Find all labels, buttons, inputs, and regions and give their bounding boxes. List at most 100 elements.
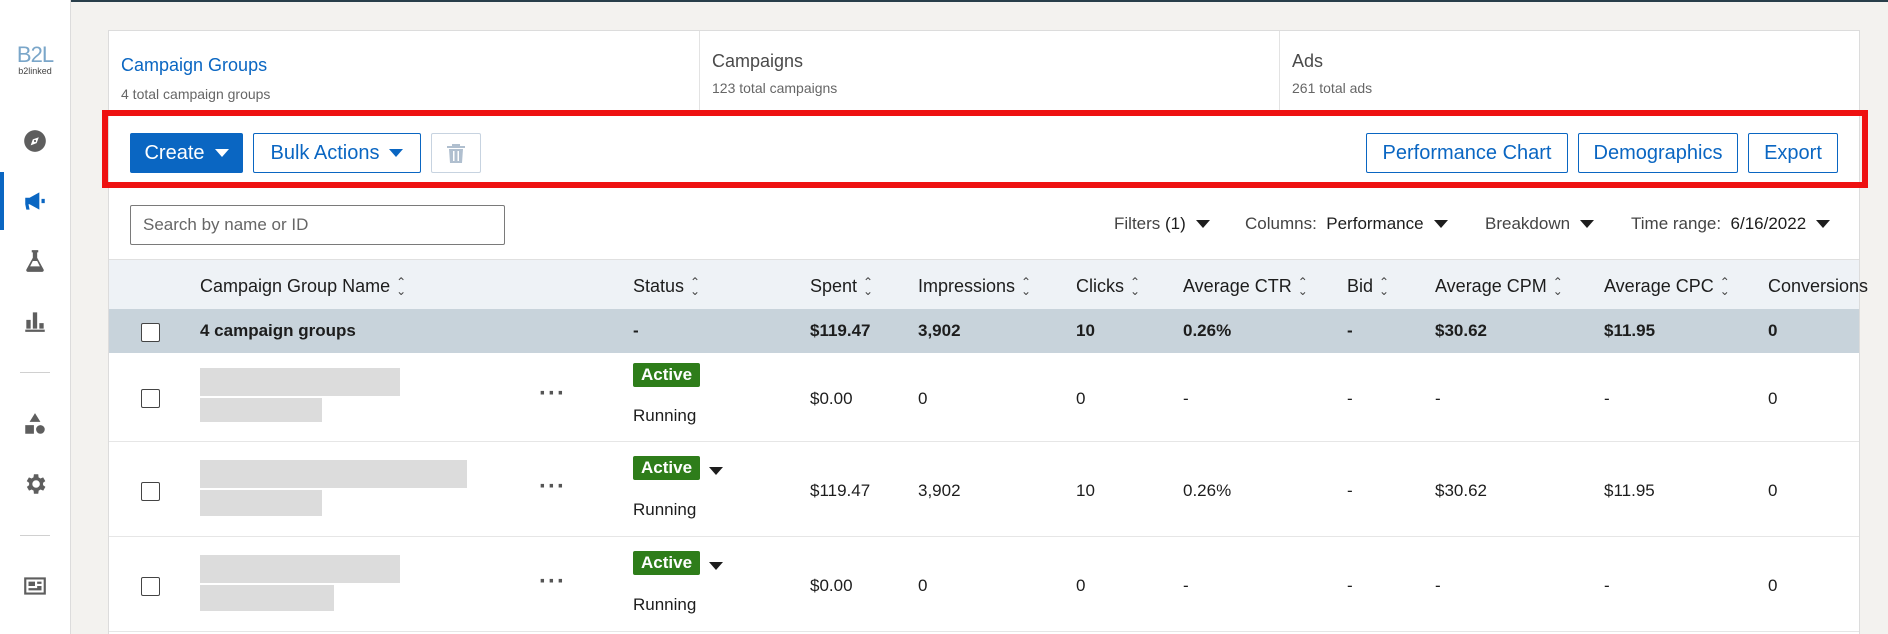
run-state: Running [633,406,697,425]
demographics-button[interactable]: Demographics [1578,133,1738,173]
column-header-spent[interactable]: Spent ⌃ ⌄ [810,276,873,297]
run-state: Running [633,500,697,519]
tab-title: Ads [1292,51,1324,71]
chevron-down-icon [1816,220,1831,228]
sort-icon: ⌃ ⌄ [1552,274,1563,298]
brand-logo[interactable]: B2L b2linked [12,44,58,82]
sidebar-divider [20,535,50,536]
row-checkbox[interactable] [141,482,160,501]
gear-icon[interactable] [17,466,53,502]
status-chevron-icon[interactable] [709,562,723,570]
cell-impressions: 3,902 [918,481,961,500]
tab-title: Campaigns [712,51,804,71]
tab-ads[interactable]: Ads 261 total ads [1280,31,1861,111]
chevron-down-icon [214,149,229,157]
chevron-down-icon [389,149,404,157]
tab-subtitle: 123 total campaigns [712,80,838,96]
redacted-subtitle [200,585,334,611]
tab-campaigns[interactable]: Campaigns 123 total campaigns [700,31,1280,111]
active-nav-indicator [0,172,4,230]
cell-bid: - [1347,481,1353,500]
cell-clicks: 10 [1076,481,1095,500]
breakdown-dropdown[interactable]: Breakdown [1485,214,1595,234]
sort-icon: ⌃ ⌄ [396,274,407,298]
billing-icon[interactable] [17,568,53,604]
export-button[interactable]: Export [1748,133,1838,173]
columns-label: Columns: [1245,214,1317,233]
chevron-down-icon [1433,220,1448,228]
cell-ctr: - [1183,389,1189,408]
cell-cpm: $30.62 [1435,481,1487,500]
performance-chart-button[interactable]: Performance Chart [1366,133,1568,173]
cell-cpc: $11.95 [1604,481,1655,500]
table-row[interactable]: ··· Active Running $119.47 3,902 10 0.26… [109,442,1859,537]
column-header-status[interactable]: Status ⌃ ⌄ [633,276,700,297]
compass-icon[interactable] [17,123,53,159]
redacted-name [200,460,467,488]
column-header-cpc[interactable]: Average CPC ⌃ ⌄ [1604,276,1730,297]
export-label: Export [1764,141,1822,164]
time-range-value: 6/16/2022 [1730,214,1807,233]
tab-subtitle: 261 total ads [1292,80,1373,96]
row-checkbox[interactable] [141,577,160,596]
summary-impressions: 3,902 [918,321,961,340]
sort-icon: ⌃ ⌄ [1130,274,1141,298]
time-range-label: Time range: [1631,214,1722,233]
table-header: Campaign Group Name ⌃ ⌄ Status ⌃ ⌄ Spent ⌃ ⌄ I… [109,259,1868,309]
cell-bid: - [1347,389,1353,408]
header-label: Bid [1347,276,1374,296]
table-row[interactable]: ··· Active Running $0.00 0 0 - - - - 0 [109,537,1859,632]
chevron-down-icon [1580,220,1595,228]
status-chevron-icon[interactable] [709,467,723,475]
cell-ctr: - [1183,576,1189,595]
more-options-icon[interactable]: ··· [539,382,566,406]
cell-conversions: 0 [1768,481,1778,500]
logo-word: b2linked [18,66,52,76]
columns-dropdown[interactable]: Columns: Performance [1245,214,1448,234]
column-header-name[interactable]: Campaign Group Name ⌃ ⌄ [200,276,406,297]
summary-bid: - [1347,321,1353,340]
shapes-icon[interactable] [17,406,53,442]
logo-mark: B2L [16,42,54,67]
search-input[interactable] [130,205,505,245]
cell-cpc: - [1604,389,1610,408]
column-header-bid[interactable]: Bid ⌃ ⌄ [1347,276,1389,297]
cell-ctr: 0.26% [1183,481,1232,500]
column-header-clicks[interactable]: Clicks ⌃ ⌄ [1076,276,1140,297]
select-all-checkbox[interactable] [141,323,160,342]
filters-dropdown[interactable]: Filters (1) [1114,214,1210,234]
tab-title: Campaign Groups [121,55,268,75]
sort-icon: ⌃ ⌄ [690,274,701,298]
time-range-dropdown[interactable]: Time range: 6/16/2022 [1631,214,1831,234]
delete-button[interactable] [431,133,481,173]
summary-spent: $119.47 [810,321,871,340]
row-checkbox[interactable] [141,389,160,408]
cell-cpc: - [1604,576,1610,595]
tab-campaign-groups[interactable]: Campaign Groups 4 total campaign groups [109,31,700,111]
header-label: Status [633,276,685,296]
columns-value: Performance [1326,214,1424,233]
status-badge: Active [633,456,701,480]
flask-icon[interactable] [17,243,53,279]
column-header-cpm[interactable]: Average CPM ⌃ ⌄ [1435,276,1563,297]
column-header-ctr[interactable]: Average CTR ⌃ ⌄ [1183,276,1308,297]
more-options-icon[interactable]: ··· [539,475,566,499]
sort-icon: ⌃ ⌄ [1719,274,1730,298]
header-label: Average CPC [1604,276,1714,296]
status-badge: Active [633,551,701,575]
header-label: Campaign Group Name [200,276,391,296]
table-row[interactable]: ··· Active Running $0.00 0 0 - - - - 0 [109,353,1859,442]
megaphone-icon[interactable] [17,183,53,219]
column-header-conversions[interactable]: Conversions [1768,276,1868,297]
bulk-actions-button[interactable]: Bulk Actions [253,133,421,173]
more-options-icon[interactable]: ··· [539,570,566,594]
cell-conversions: 0 [1768,576,1778,595]
create-button[interactable]: Create [130,133,243,173]
header-label: Average CTR [1183,276,1292,296]
bar-chart-icon[interactable] [17,303,53,339]
summary-cpm: $30.62 [1435,321,1487,340]
summary-row: 4 campaign groups - $119.47 3,902 10 0.2… [109,309,1859,353]
cell-cpm: - [1435,576,1441,595]
summary-status: - [633,321,639,340]
column-header-impressions[interactable]: Impressions ⌃ ⌄ [918,276,1031,297]
